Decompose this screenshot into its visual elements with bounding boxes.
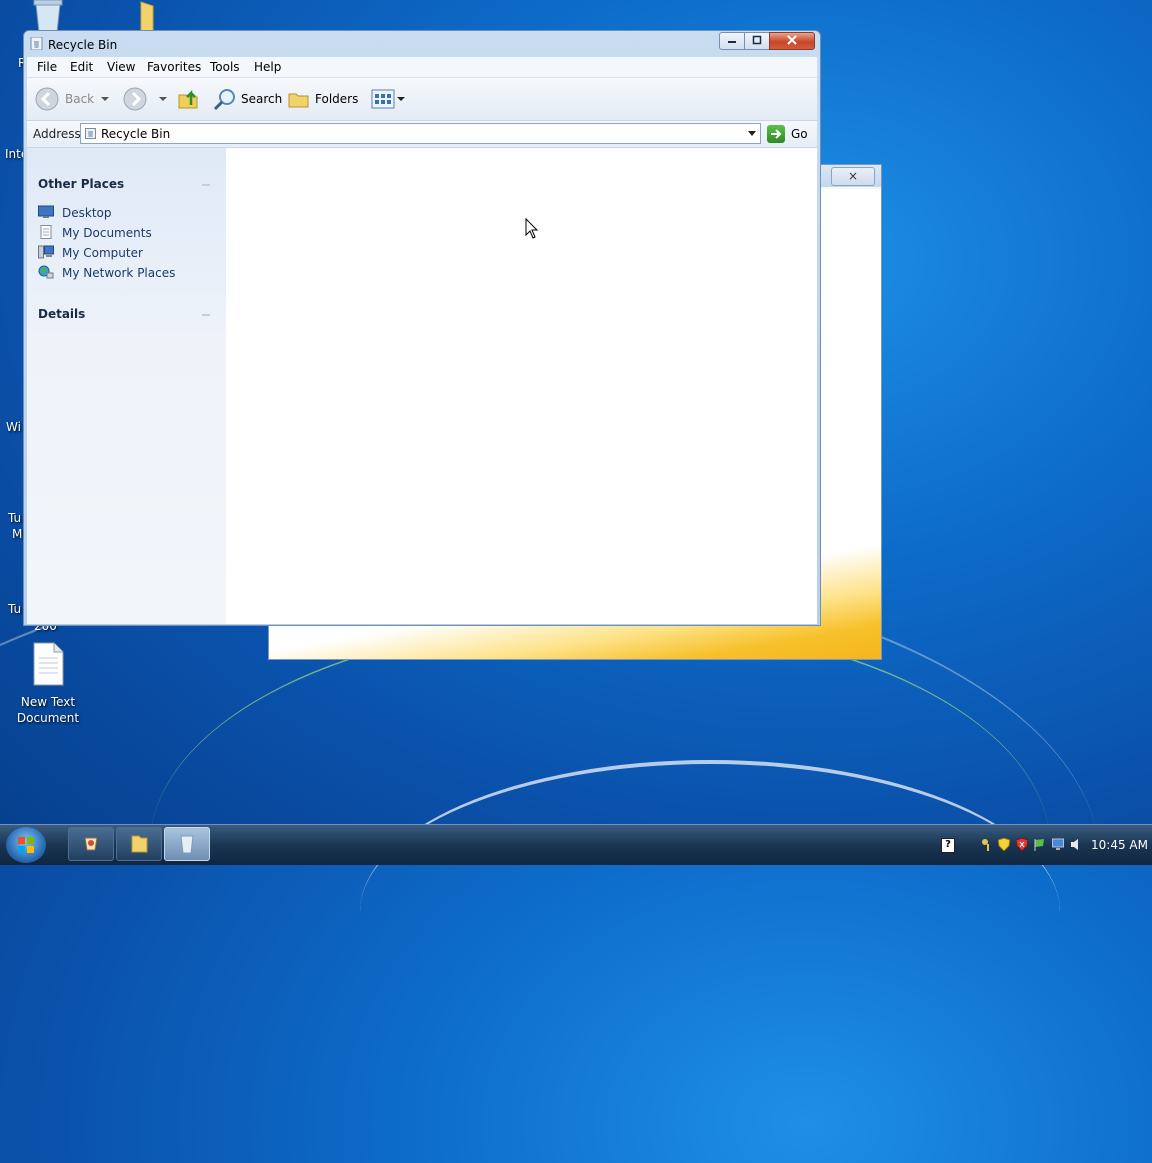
folder-icon: [131, 835, 148, 853]
address-dropdown-icon[interactable]: [748, 131, 756, 136]
maximize-button[interactable]: [744, 32, 770, 50]
folders-label: Folders: [315, 92, 359, 106]
folder-icon: [140, 1, 154, 33]
desktop-partial-label: Tu: [8, 511, 22, 525]
menu-favorites[interactable]: Favorites: [147, 60, 201, 74]
menu-bar: File Edit View Favorites Tools Help: [27, 57, 817, 78]
address-value: Recycle Bin: [101, 127, 171, 141]
windows-logo-icon: [18, 837, 34, 853]
task-pane: Other Places Desktop My Documents My Com…: [27, 148, 226, 624]
network-icon: [38, 265, 54, 279]
address-label: Address: [33, 127, 81, 141]
alert-shield-icon[interactable]: [1016, 838, 1028, 851]
menu-file[interactable]: File: [37, 60, 57, 74]
go-label: Go: [791, 127, 808, 141]
file-list-area[interactable]: [226, 148, 817, 624]
forward-dropdown[interactable]: [159, 87, 169, 111]
taskbar: ? 10:45 AM: [0, 824, 1152, 865]
menu-help[interactable]: Help: [254, 60, 281, 74]
views-button[interactable]: [371, 87, 407, 111]
text-document-icon: [33, 642, 64, 686]
volume-icon[interactable]: [1070, 838, 1082, 851]
help-glyph: ?: [945, 839, 951, 850]
search-icon: [213, 89, 235, 111]
address-input[interactable]: Recycle Bin: [80, 123, 761, 144]
flag-icon[interactable]: [1034, 838, 1046, 851]
desktop-partial-label: M: [12, 527, 23, 541]
mouse-cursor-icon: [525, 218, 539, 239]
forward-button[interactable]: [123, 87, 149, 111]
maximize-icon: [752, 35, 762, 45]
recycle-bin-window[interactable]: Recycle Bin File Edit View Favorites Too…: [23, 30, 821, 626]
minimize-icon: [728, 41, 736, 43]
background-window-close-button[interactable]: ×: [831, 167, 875, 186]
recycle-bin-icon: [85, 128, 96, 139]
back-label: Back: [65, 92, 95, 106]
search-button[interactable]: Search: [213, 87, 283, 111]
place-label: Desktop: [62, 206, 112, 220]
desktop-icon-new-text-document[interactable]: New Text Document: [13, 642, 83, 726]
up-folder-button[interactable]: [177, 87, 201, 111]
close-icon: [787, 35, 797, 45]
other-places-header[interactable]: Other Places: [38, 177, 124, 191]
close-icon: ×: [847, 169, 859, 183]
place-label: My Network Places: [62, 266, 176, 280]
recycle-bin-icon: [33, 0, 63, 33]
desktop-partial-label: Wi: [6, 420, 21, 434]
toolbar: Back Search Folders: [27, 78, 817, 121]
go-button[interactable]: Go: [767, 124, 815, 144]
menu-edit[interactable]: Edit: [70, 60, 93, 74]
start-button[interactable]: [6, 827, 46, 863]
forward-arrow-icon: [123, 87, 147, 111]
recycle-bin-icon: [30, 37, 43, 50]
details-header[interactable]: Details: [38, 307, 85, 321]
desktop-partial-label: Tu: [8, 602, 22, 616]
place-label: My Documents: [62, 226, 152, 240]
security-shield-icon[interactable]: [998, 838, 1010, 851]
chevron-down-icon: [101, 97, 109, 101]
collapse-icon[interactable]: [202, 184, 210, 186]
back-arrow-icon: [35, 87, 59, 111]
window-title: Recycle Bin: [48, 38, 118, 52]
help-icon[interactable]: ?: [941, 838, 955, 853]
application-icon: [84, 837, 98, 851]
close-button[interactable]: [769, 32, 815, 50]
desktop-icon: [38, 205, 54, 218]
address-bar: Address Recycle Bin Go: [27, 121, 817, 148]
taskbar-item-recycle-bin[interactable]: [164, 827, 210, 861]
recycle-bin-icon: [180, 835, 194, 854]
chevron-down-icon: [159, 97, 167, 101]
taskbar-item-explorer[interactable]: [116, 827, 162, 861]
window-titlebar[interactable]: Recycle Bin: [24, 31, 820, 57]
up-folder-icon: [178, 89, 198, 109]
back-dropdown[interactable]: [101, 87, 111, 111]
network-monitor-icon[interactable]: [1052, 838, 1064, 851]
back-button[interactable]: Back: [35, 87, 97, 111]
folders-button[interactable]: Folders: [287, 87, 359, 111]
desktop-icon-label: New Text Document: [16, 695, 80, 725]
go-arrow-icon: [767, 125, 785, 143]
search-label: Search: [241, 92, 283, 106]
menu-view[interactable]: View: [107, 60, 135, 74]
views-grid-icon: [371, 89, 405, 109]
place-label: My Computer: [62, 246, 143, 260]
keys-icon[interactable]: [981, 838, 993, 851]
documents-icon: [40, 225, 52, 239]
computer-icon: [38, 245, 54, 259]
taskbar-item-app-1[interactable]: [68, 827, 114, 861]
system-clock[interactable]: 10:45 AM: [1091, 838, 1148, 852]
folders-icon: [288, 93, 309, 108]
menu-tools[interactable]: Tools: [210, 60, 240, 74]
minimize-button[interactable]: [719, 32, 745, 50]
collapse-icon[interactable]: [202, 314, 210, 316]
